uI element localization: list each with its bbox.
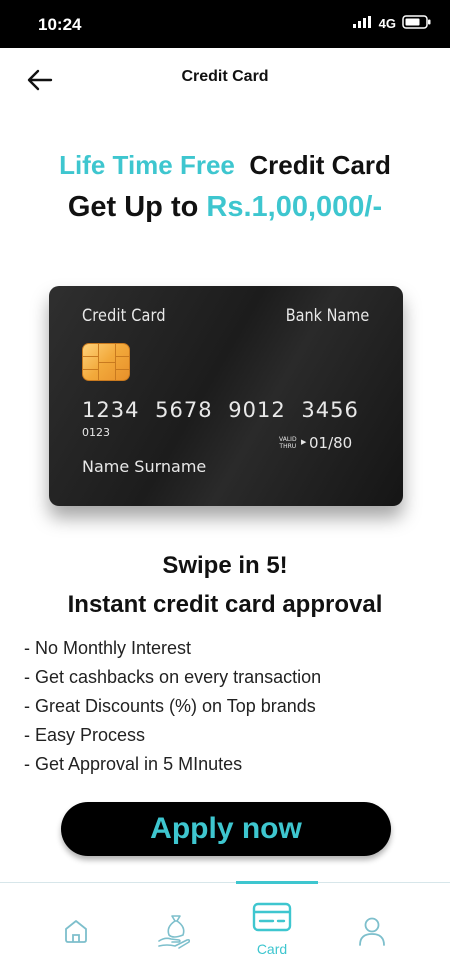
swipe-headline: Swipe in 5!: [162, 552, 288, 579]
promo-amount: Rs.1,00,000/-: [206, 191, 383, 223]
credit-card-illustration: Credit Card Bank Name 1234 5678 9012 345…: [49, 286, 403, 506]
money-bag-icon: [158, 915, 191, 949]
feature-item: - Get cashbacks on every transaction: [24, 667, 322, 687]
nav-item-loans[interactable]: [136, 883, 216, 974]
instant-approval-headline: Instant credit card approval: [67, 591, 383, 618]
card-icon: [252, 902, 292, 932]
chip-icon: [82, 343, 130, 381]
status-bar: 10:24 4G: [0, 0, 450, 48]
feature-item: - Get Approval in 5 MInutes: [24, 754, 243, 774]
signal-icon: [352, 16, 373, 31]
feature-list: - No Monthly Interest - Get cashbacks on…: [24, 636, 321, 781]
nav-item-profile[interactable]: [332, 883, 412, 974]
network-type: 4G: [378, 16, 396, 31]
promo-headline-line1: Life Time Free Credit Card: [0, 150, 450, 181]
feature-item: - No Monthly Interest: [24, 638, 192, 658]
status-indicators: 4G: [352, 15, 432, 32]
card-holder-name: Name Surname: [82, 457, 207, 476]
card-bank-name: Bank Name: [285, 306, 369, 326]
app-header: Credit Card: [0, 48, 450, 108]
valid-arrow-icon: ▶: [301, 438, 307, 446]
card-valid-date: 01/80: [309, 434, 353, 452]
valid-label-bottom: THRU: [279, 443, 297, 450]
home-icon: [65, 920, 87, 943]
active-tab-indicator: [236, 881, 318, 884]
status-time: 10:24: [38, 15, 82, 34]
promo-headline-line2: Get Up to Rs.1,00,000/-: [0, 191, 450, 224]
feature-item: - Great Discounts (%) on Top brands: [24, 696, 316, 716]
nav-item-home[interactable]: [36, 883, 116, 974]
promo-get-up-to: Get Up to: [67, 191, 199, 223]
battery-icon: [402, 15, 432, 32]
card-small-number: 0123: [82, 426, 110, 439]
credit-card-screen: 10:24 4G Credit Card Life Time Free Cred…: [0, 0, 450, 974]
feature-item: - Easy Process: [24, 725, 146, 745]
apply-now-button[interactable]: Apply now: [61, 802, 391, 856]
card-number: 1234 5678 9012 3456: [82, 398, 359, 422]
bottom-nav: Card: [0, 881, 450, 974]
valid-label-top: VALID: [279, 436, 297, 443]
nav-label-card: Card: [256, 941, 288, 957]
promo-credit-card: Credit Card: [249, 150, 391, 180]
valid-thru-label: VALID THRU: [279, 436, 297, 450]
promo-lifetime-free: Life Time Free: [59, 150, 235, 180]
nav-item-card[interactable]: Card: [232, 881, 318, 974]
page-title: Credit Card: [181, 68, 269, 85]
card-type-label: Credit Card: [82, 306, 166, 326]
profile-icon: [359, 917, 385, 946]
